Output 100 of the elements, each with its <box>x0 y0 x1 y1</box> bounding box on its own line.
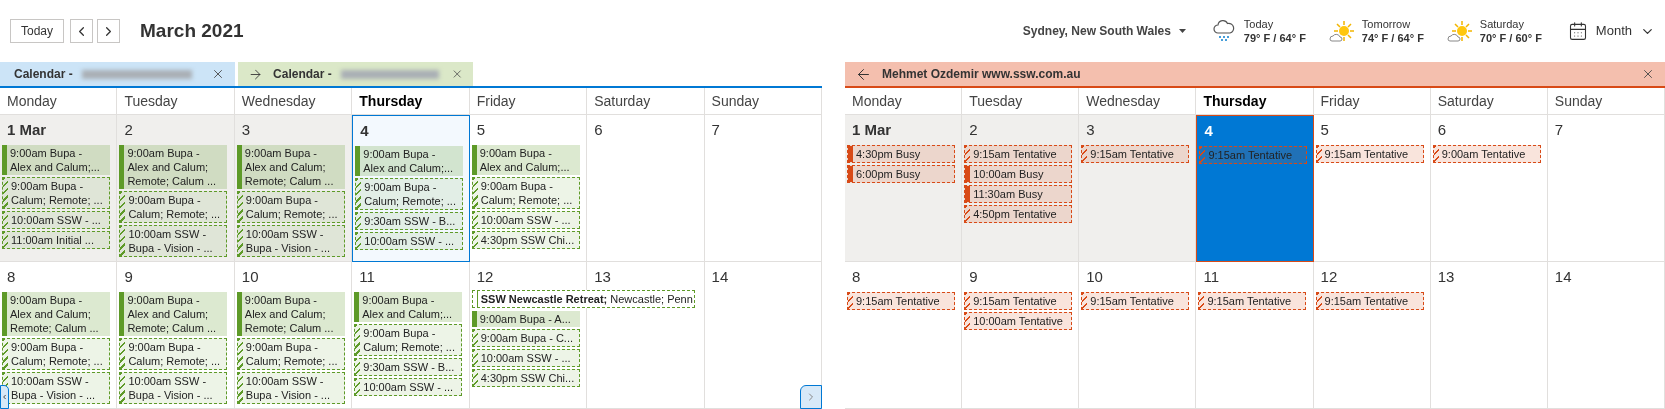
day-cell[interactable]: 8 9:15am Tentative <box>845 262 963 409</box>
day-number: 3 <box>1085 121 1095 140</box>
tentative-event[interactable]: 9:30am SSW - B... <box>355 212 464 230</box>
day-cell[interactable]: 9 9:00am Bupa - Alex and Calum; Remote; Calum ... 9:00am Bupa - Calum; Remote; ... 10:00am SSW - Bupa - Vision - ... <box>117 262 235 409</box>
tentative-event[interactable]: 9:15am Tentative <box>964 145 1073 163</box>
calendar-tab[interactable]: Mehmet Ozdemir www.ssw.com.au <box>845 62 1665 86</box>
day-cell[interactable]: 3 9:15am Tentative <box>1079 115 1197 262</box>
calendar-event[interactable]: 9:00am Bupa - Alex and Calum; Remote; Calum ... <box>236 292 345 336</box>
tentative-event[interactable]: 10:00am SSW - Bupa - Vision - ... <box>119 372 228 404</box>
tentative-event[interactable]: 10:00am SSW - ... <box>471 211 580 229</box>
tentative-event[interactable]: 9:15am Tentative <box>847 292 955 310</box>
scroll-left-button[interactable] <box>0 385 9 409</box>
tentative-event[interactable]: 9:00am Bupa - Calum; Remote; ... <box>236 191 345 223</box>
next-button[interactable] <box>97 19 121 43</box>
weekday-header: Tuesday <box>969 91 1023 111</box>
scroll-right-button[interactable] <box>800 385 822 409</box>
tentative-event[interactable]: 9:00am Bupa - Calum; Remote; ... <box>354 324 463 356</box>
day-cell[interactable]: 13 <box>1430 262 1548 409</box>
today-cell[interactable]: 4 9:00am Bupa - Alex and Calum;... 9:00am Bupa - Calum; Remote; ... 9:30am SSW - B... 10:00am SSW - ... <box>352 115 470 262</box>
tentative-event[interactable]: 9:15am Tentative <box>964 292 1073 310</box>
calendar-event[interactable]: 9:00am Bupa - Alex and Calum; Remote; Calum ... <box>2 292 110 336</box>
weekday-header: Friday <box>1320 91 1360 111</box>
tentative-event[interactable]: 9:00am Bupa - Calum; Remote; ... <box>236 338 345 370</box>
tentative-event[interactable]: 10:00am SSW - ... <box>355 232 464 250</box>
day-cell[interactable]: 6 9:00am Tentative <box>1430 115 1548 262</box>
day-cell[interactable]: 7 <box>1547 115 1665 262</box>
tentative-event[interactable]: 4:30pm SSW Chi... <box>471 231 580 249</box>
tentative-event[interactable]: 10:00am SSW - Bupa - Vision - ... <box>119 225 228 257</box>
day-number: 9 <box>968 268 978 287</box>
day-cell[interactable]: 9 9:15am Tentative 10:00am Tentative <box>962 262 1080 409</box>
day-cell[interactable]: 6 <box>587 115 705 262</box>
tentative-event[interactable]: 9:00am Bupa - Calum; Remote; ... <box>119 338 228 370</box>
busy-event[interactable]: 4:30pm Busy <box>847 145 955 163</box>
day-number: 6 <box>1436 121 1447 140</box>
tentative-event[interactable]: 4:30pm SSW Chi... <box>471 369 580 387</box>
tentative-event[interactable]: 9:00am Bupa - Calum; Remote; ... <box>2 338 110 370</box>
busy-event[interactable]: 6:00pm Busy <box>847 165 955 183</box>
day-cell[interactable]: 5 9:15am Tentative <box>1313 115 1431 262</box>
tentative-event[interactable]: 9:00am Tentative <box>1432 145 1541 163</box>
calendar-event[interactable]: 9:00am Bupa - Alex and Calum;... <box>354 292 463 322</box>
all-day-event[interactable]: SSW Newcastle Retreat; Newcastle; Penn <box>471 290 695 308</box>
tentative-event[interactable]: 10:00am SSW - Bupa - Vision - ... <box>236 372 345 404</box>
day-cell[interactable]: 10 9:00am Bupa - Alex and Calum; Remote; Calum ... 9:00am Bupa - Calum; Remote; ... 10:00am SSW - Bupa - Vision - ... <box>234 262 353 409</box>
view-dropdown[interactable]: Month <box>1567 21 1655 41</box>
close-icon[interactable] <box>1641 67 1655 81</box>
tentative-event[interactable]: 9:15am Tentative <box>1315 145 1424 163</box>
calendar-event[interactable]: 9:00am Bupa - A... <box>471 311 580 327</box>
tentative-event[interactable]: 9:00am Bupa - Calum; Remote; ... <box>2 177 110 209</box>
close-icon[interactable] <box>211 67 225 81</box>
tentative-event[interactable]: 9:00am Bupa - Calum; Remote; ... <box>355 178 464 210</box>
today-button[interactable]: Today <box>10 19 65 43</box>
day-cell[interactable]: 8 9:00am Bupa - Alex and Calum; Remote; Calum ... 9:00am Bupa - Calum; Remote; ... 10:00am SSW - Bupa - Vision - ... <box>0 262 118 409</box>
tentative-event[interactable]: 9:00am Bupa - Calum; Remote; ... <box>471 177 580 209</box>
today-cell[interactable]: 4 9:15am Tentative <box>1196 115 1314 262</box>
tentative-event[interactable]: 10:00am Tentative <box>964 312 1073 330</box>
tentative-event[interactable]: 9:00am Bupa - Calum; Remote; ... <box>119 191 228 223</box>
location-dropdown[interactable]: Sydney, New South Wales <box>1022 22 1186 40</box>
day-cell[interactable]: 1 Mar 9:00am Bupa - Alex and Calum;... 9:00am Bupa - Calum; Remote; ... 10:00am SSW - ... 11:00am Initial ... <box>0 115 118 262</box>
calendar-event[interactable]: 9:00am Bupa - Alex and Calum; Remote; Calum ... <box>236 145 345 189</box>
weekday-header: Wednesday <box>241 91 316 111</box>
busy-event[interactable]: 10:00am Busy <box>964 165 1073 183</box>
calendar-event[interactable]: 9:00am Bupa - Alex and Calum;... <box>355 146 464 176</box>
tentative-event[interactable]: 9:15am Tentative <box>1081 145 1190 163</box>
day-cell[interactable]: 10 9:15am Tentative <box>1079 262 1197 409</box>
day-cell[interactable]: 11 9:15am Tentative <box>1196 262 1314 409</box>
calendar-event[interactable]: 9:00am Bupa - Alex and Calum;... <box>2 145 110 175</box>
busy-event[interactable]: 11:30am Busy <box>964 185 1073 203</box>
day-cell[interactable]: 11 9:00am Bupa - Alex and Calum;... 9:00am Bupa - Calum; Remote; ... 9:30am SSW - B... 10:00am SSW - ... <box>352 262 470 409</box>
tentative-event[interactable]: 9:15am Tentative <box>1315 292 1424 310</box>
day-cell[interactable]: 5 9:00am Bupa - Alex and Calum;... 9:00am Bupa - Calum; Remote; ... 10:00am SSW - ... 4:30pm SSW Chi... <box>469 115 588 262</box>
tentative-event[interactable]: 10:00am SSW - ... <box>471 349 580 367</box>
day-cell[interactable]: 14 <box>1547 262 1665 409</box>
day-cell[interactable]: 3 9:00am Bupa - Alex and Calum; Remote; Calum ... 9:00am Bupa - Calum; Remote; ... 10:00am SSW - Bupa - Vision - ... <box>234 115 353 262</box>
tentative-event[interactable]: 9:00am Bupa - C... <box>471 329 580 347</box>
day-cell[interactable]: 14 <box>704 262 822 409</box>
day-cell[interactable]: 12 9:15am Tentative <box>1313 262 1431 409</box>
tentative-event[interactable]: 9:15am Tentative <box>1081 292 1190 310</box>
tentative-event[interactable]: 10:00am SSW - Bupa - Vision - ... <box>236 225 345 257</box>
day-number: 10 <box>240 268 259 287</box>
calendar-event[interactable]: 9:00am Bupa - Alex and Calum;... <box>471 145 580 175</box>
day-cell[interactable]: 2 9:15am Tentative 10:00am Busy 11:30am Busy 4:50pm Tentative <box>962 115 1080 262</box>
weekday-header: Friday <box>476 91 516 111</box>
tentative-event[interactable]: 4:50pm Tentative <box>964 205 1073 223</box>
tentative-event[interactable]: 10:00am SSW - Bupa - Vision - ... <box>2 372 110 404</box>
tentative-event[interactable]: 11:00am Initial ... <box>2 231 110 249</box>
day-cell[interactable]: 2 9:00am Bupa - Alex and Calum; Remote; Calum ... 9:00am Bupa - Calum; Remote; ... 10:00am SSW - Bupa - Vision - ... <box>117 115 235 262</box>
day-number: 14 <box>710 268 729 287</box>
tentative-event[interactable]: 10:00am SSW - ... <box>354 378 463 396</box>
day-cell[interactable]: 1 Mar 4:30pm Busy 6:00pm Busy <box>845 115 963 262</box>
tentative-event[interactable]: 9:30am SSW - B... <box>354 358 463 376</box>
tentative-event[interactable]: 9:15am Tentative <box>1198 292 1307 310</box>
day-cell[interactable]: 7 <box>704 115 822 262</box>
day-number: 8 <box>851 268 861 287</box>
day-number: 13 <box>593 268 611 287</box>
calendar-tab[interactable]: Calendar - <box>0 62 235 86</box>
calendar-tab[interactable]: Calendar - <box>238 62 473 86</box>
previous-button[interactable] <box>70 19 94 43</box>
calendar-event[interactable]: 9:00am Bupa - Alex and Calum; Remote; Calum ... <box>119 292 228 336</box>
tentative-event[interactable]: 10:00am SSW - ... <box>2 211 110 229</box>
calendar-event[interactable]: 9:00am Bupa - Alex and Calum; Remote; Calum ... <box>119 145 228 189</box>
